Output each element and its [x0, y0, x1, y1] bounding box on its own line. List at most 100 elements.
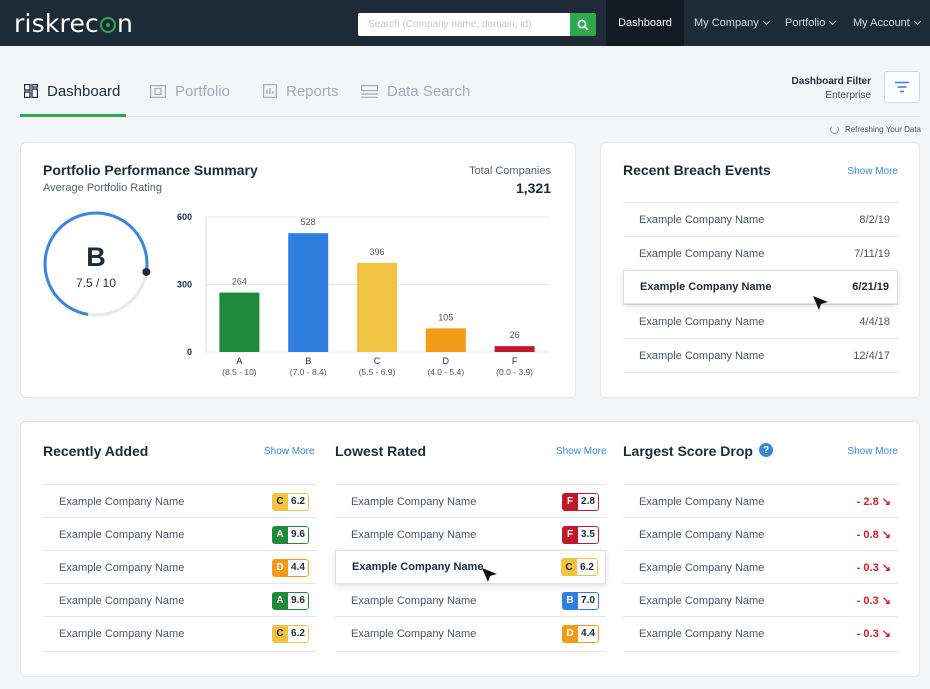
list-item[interactable]: Example Company Name 6/21/19	[623, 270, 898, 304]
search-input[interactable]	[358, 13, 570, 36]
list-item[interactable]: Example Company Name 8/2/19	[623, 202, 898, 236]
arrow-down-right-icon: ↘	[878, 529, 891, 541]
bar-D[interactable]	[425, 328, 466, 352]
list-item[interactable]: Example Company Name - 0.8 ↘	[623, 517, 898, 551]
bar-B[interactable]	[288, 233, 329, 352]
refresh-status: Refreshing Your Data	[829, 125, 921, 134]
lowest-rated-show-more-link[interactable]: Show More	[556, 446, 607, 457]
filter-title: Dashboard Filter	[791, 76, 871, 87]
grade-letter: C	[272, 624, 288, 643]
company-name[interactable]: Example Company Name	[351, 595, 476, 607]
list-item[interactable]: Example Company Name F 2.8	[335, 484, 606, 518]
list-item[interactable]: Example Company Name C 6.2	[43, 616, 316, 650]
list-item[interactable]: Example Company Name - 0.3 ↘	[623, 583, 898, 617]
company-name[interactable]: Example Company Name	[59, 562, 184, 574]
nav-my-account[interactable]: My Account	[853, 0, 921, 46]
grade-letter: A	[272, 525, 288, 544]
grade-score: 6.2	[288, 624, 309, 643]
x-range-label: (5.5 - 6.9)	[359, 367, 396, 377]
list-item[interactable]: Example Company Name D 4.4	[43, 550, 316, 584]
list-item[interactable]: Example Company Name A 9.6	[43, 583, 316, 617]
x-tick-label: D	[443, 356, 450, 366]
help-icon[interactable]: ?	[759, 443, 773, 457]
tab-dashboard[interactable]: Dashboard	[24, 80, 120, 102]
breach-date: 7/11/19	[854, 247, 890, 260]
bar-value-label: 105	[438, 312, 453, 322]
score-drop: - 0.3 ↘	[857, 561, 891, 574]
breach-date: 8/2/19	[859, 213, 890, 226]
x-tick-label: C	[374, 356, 381, 366]
score-drop-value: - 0.3	[856, 628, 879, 640]
tab-reports[interactable]: Reports	[263, 80, 339, 102]
breach-show-more-link[interactable]: Show More	[847, 166, 898, 177]
list-item[interactable]: Example Company Name B 7.0	[335, 583, 606, 617]
list-item[interactable]: Example Company Name A 9.6	[43, 517, 316, 551]
divider	[43, 651, 316, 652]
largest-drop-show-more-link[interactable]: Show More	[847, 446, 898, 457]
nav-portfolio[interactable]: Portfolio	[785, 0, 837, 46]
tab-data-search[interactable]: Data Search	[361, 80, 470, 102]
y-tick-label: 600	[177, 212, 192, 222]
score-drop-value: - 0.3	[856, 562, 879, 574]
company-name[interactable]: Example Company Name	[639, 214, 764, 226]
list-item[interactable]: Example Company Name - 0.3 ↘	[623, 616, 898, 650]
nav-my-company[interactable]: My Company	[694, 0, 770, 46]
company-name[interactable]: Example Company Name	[351, 628, 476, 640]
company-name[interactable]: Example Company Name	[351, 496, 476, 508]
company-name[interactable]: Example Company Name	[639, 248, 764, 260]
company-name[interactable]: Example Company Name	[640, 281, 771, 293]
company-name[interactable]: Example Company Name	[639, 562, 764, 574]
mouse-cursor-icon	[813, 296, 828, 310]
grade-letter: D	[562, 624, 578, 643]
company-name[interactable]: Example Company Name	[639, 628, 764, 640]
company-name[interactable]: Example Company Name	[352, 561, 483, 573]
grade-badge: D 4.4	[562, 624, 599, 643]
filter-value: Enterprise	[825, 90, 871, 101]
nav-dashboard[interactable]: Dashboard	[606, 0, 684, 46]
mouse-cursor-icon	[482, 568, 497, 582]
arrow-down-right-icon: ↘	[878, 628, 891, 640]
x-tick-label: B	[305, 356, 311, 366]
list-item[interactable]: Example Company Name 4/4/18	[623, 304, 898, 338]
company-name[interactable]: Example Company Name	[59, 496, 184, 508]
company-name[interactable]: Example Company Name	[639, 595, 764, 607]
list-item[interactable]: Example Company Name 7/11/19	[623, 236, 898, 270]
list-item[interactable]: Example Company Name - 2.8 ↘	[623, 484, 898, 518]
search-button[interactable]	[570, 13, 596, 36]
breach-date: 6/21/19	[852, 281, 889, 293]
tab-portfolio[interactable]: Portfolio	[150, 80, 230, 102]
refresh-spinner-icon	[829, 125, 839, 134]
company-name[interactable]: Example Company Name	[59, 595, 184, 607]
logo[interactable]: riskrec n	[14, 9, 133, 38]
score-drop: - 2.8 ↘	[857, 495, 891, 508]
company-name[interactable]: Example Company Name	[351, 529, 476, 541]
active-tab-indicator	[20, 114, 126, 117]
recently-added-show-more-link[interactable]: Show More	[264, 446, 315, 457]
company-name[interactable]: Example Company Name	[639, 529, 764, 541]
company-name[interactable]: Example Company Name	[639, 350, 764, 362]
company-name[interactable]: Example Company Name	[639, 496, 764, 508]
bar-C[interactable]	[357, 262, 397, 352]
performance-subtitle: Average Portfolio Rating	[43, 182, 163, 194]
bar-A[interactable]	[219, 292, 260, 352]
score-drop-value: - 0.8	[856, 529, 879, 541]
tabs-divider	[20, 116, 920, 117]
grade-badge: B 7.0	[562, 591, 599, 610]
company-name[interactable]: Example Company Name	[59, 529, 184, 541]
company-name[interactable]: Example Company Name	[639, 316, 764, 328]
chevron-down-icon	[829, 17, 837, 26]
grade-badge: F 2.8	[562, 492, 599, 511]
grade-score: 9.6	[288, 525, 309, 544]
list-item[interactable]: Example Company Name D 4.4	[335, 616, 606, 650]
company-name[interactable]: Example Company Name	[59, 628, 184, 640]
bar-F[interactable]	[494, 346, 535, 352]
arrow-down-right-icon: ↘	[878, 496, 891, 508]
list-item[interactable]: Example Company Name F 3.5	[335, 517, 606, 551]
score-drop: - 0.3 ↘	[857, 594, 891, 607]
list-item[interactable]: Example Company Name - 0.3 ↘	[623, 550, 898, 584]
grade-badge: C 6.2	[561, 558, 598, 576]
list-item[interactable]: Example Company Name C 6.2	[43, 484, 316, 518]
list-item[interactable]: Example Company Name C 6.2	[335, 550, 606, 584]
filter-button[interactable]	[884, 71, 920, 103]
list-item[interactable]: Example Company Name 12/4/17	[623, 338, 898, 372]
